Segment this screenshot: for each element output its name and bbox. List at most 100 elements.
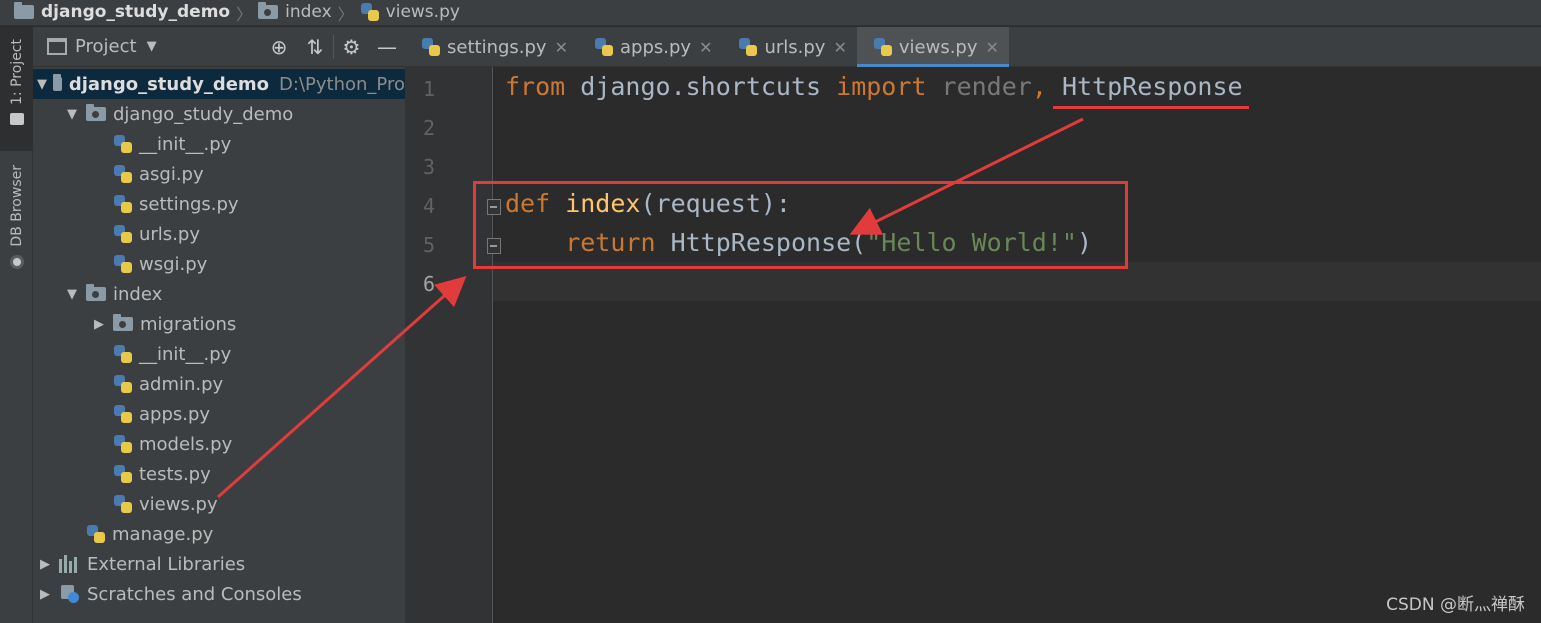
folder-icon <box>9 112 24 125</box>
code-line-1: from django.shortcuts import render, Htt… <box>505 72 1243 101</box>
project-panel-header: Project ▼ ⊕ ⇅ ⚙ — <box>33 27 405 67</box>
editor-tab[interactable]: views.py ✕ <box>856 27 1009 67</box>
tree-item-label: admin.py <box>139 373 224 395</box>
tree-item[interactable]: ▶models.py <box>33 429 405 459</box>
python-file-icon <box>113 404 133 424</box>
tree-item[interactable]: ▼ index <box>33 279 405 309</box>
tree-item-label: settings.py <box>139 193 239 215</box>
locate-file-icon[interactable]: ⊕ <box>261 35 297 59</box>
python-file-icon <box>113 224 133 244</box>
project-view-selector[interactable]: Project <box>75 36 137 57</box>
editor-tab[interactable]: settings.py ✕ <box>405 27 578 67</box>
tree-item[interactable]: ▶asgi.py <box>33 159 405 189</box>
tree-item[interactable]: ▶wsgi.py <box>33 249 405 279</box>
folder-icon <box>14 2 34 19</box>
tab-label: settings.py <box>447 36 547 58</box>
close-icon[interactable]: ✕ <box>833 38 846 57</box>
python-file-icon <box>113 194 133 214</box>
tree-item[interactable]: ▶__init__.py <box>33 339 405 369</box>
tree-item[interactable]: ▶ Scratches and Consoles <box>33 579 405 609</box>
tree-item-label: models.py <box>139 433 233 455</box>
tree-item[interactable]: ▶tests.py <box>33 459 405 489</box>
database-icon <box>9 254 24 269</box>
python-file-icon <box>113 494 133 514</box>
tree-item[interactable]: ▶admin.py <box>33 369 405 399</box>
line-number: 5 <box>422 233 435 257</box>
tree-item-label: tests.py <box>139 463 211 485</box>
expand-arrow-icon[interactable]: ▼ <box>64 287 80 302</box>
tree-item-label: apps.py <box>139 403 211 425</box>
python-file-icon <box>113 254 133 274</box>
close-icon[interactable]: ✕ <box>699 38 712 57</box>
tree-item-label: urls.py <box>139 223 200 245</box>
line-number-gutter: 1 2 3 4 5 6 <box>405 67 501 623</box>
tab-label: views.py <box>898 36 978 58</box>
tree-item[interactable]: ▶views.py <box>33 489 405 519</box>
expand-arrow-icon[interactable]: ▼ <box>37 77 47 92</box>
tree-item[interactable]: ▼ django_study_demo D:\Python_Pro <box>33 69 405 99</box>
tree-item[interactable]: ▶ External Libraries <box>33 549 405 579</box>
libraries-icon <box>59 555 81 573</box>
tree-item[interactable]: ▼ django_study_demo <box>33 99 405 129</box>
python-file-icon <box>113 434 133 454</box>
python-file-icon <box>113 164 133 184</box>
editor-tab[interactable]: urls.py ✕ <box>722 27 856 67</box>
folder-icon <box>113 314 133 331</box>
tree-item[interactable]: ▶urls.py <box>33 219 405 249</box>
tree-item-label: django_study_demo <box>113 103 294 125</box>
line-number: 1 <box>422 77 435 101</box>
collapse-arrow-icon[interactable]: ▶ <box>37 557 53 572</box>
collapse-arrow-icon[interactable]: ▶ <box>91 317 107 332</box>
folder-icon <box>86 284 106 301</box>
tool-window-strip: 1: Project DB Browser <box>0 27 33 623</box>
line-number: 3 <box>422 155 435 179</box>
project-panel: Project ▼ ⊕ ⇅ ⚙ — ▼ django_study_demo D:\P… <box>33 27 405 623</box>
tree-item-label: views.py <box>139 493 218 515</box>
scratches-icon <box>59 584 81 604</box>
tab-label: urls.py <box>764 36 826 58</box>
code-editor[interactable]: 1 2 3 4 5 6 from django.shortcuts import rend… <box>405 67 1541 623</box>
editor-tab[interactable]: apps.py ✕ <box>578 27 722 67</box>
tree-item[interactable]: ▶apps.py <box>33 399 405 429</box>
tree-item-label: __init__.py <box>139 133 232 155</box>
python-file-icon <box>113 464 133 484</box>
expand-arrow-icon[interactable]: ▼ <box>64 107 80 122</box>
tree-item-label: django_study_demo <box>68 73 270 95</box>
project-tool-button[interactable]: 1: Project <box>0 27 33 151</box>
chevron-down-icon[interactable]: ▼ <box>147 39 157 54</box>
tree-item-label: wsgi.py <box>139 253 208 275</box>
db-browser-tool-button[interactable]: DB Browser <box>0 165 33 290</box>
python-file-icon <box>421 37 441 57</box>
collapse-arrow-icon[interactable]: ▶ <box>37 587 53 602</box>
editor-tabs: settings.py ✕ apps.py ✕ urls.py ✕ views.py ✕ <box>405 27 1541 67</box>
python-file-icon <box>113 344 133 364</box>
breadcrumb-separator: 〉 <box>236 5 253 24</box>
folder-icon <box>53 74 62 91</box>
project-window-icon <box>47 38 67 55</box>
close-icon[interactable]: ✕ <box>555 38 568 57</box>
hide-panel-icon[interactable]: — <box>369 35 405 59</box>
tree-item-label: migrations <box>140 313 237 335</box>
tree-item[interactable]: ▶manage.py <box>33 519 405 549</box>
python-file-icon <box>113 134 133 154</box>
tree-item[interactable]: ▶ migrations <box>33 309 405 339</box>
tree-item-label: __init__.py <box>139 343 232 365</box>
python-file-icon <box>86 524 106 544</box>
tree-item[interactable]: ▶__init__.py <box>33 129 405 159</box>
python-file-icon <box>360 2 380 22</box>
collapse-all-icon[interactable]: ⇅ <box>297 35 333 59</box>
tab-label: apps.py <box>620 36 692 58</box>
tree-item-label: Scratches and Consoles <box>87 583 302 605</box>
breadcrumb-project[interactable]: django_study_demo <box>14 0 230 25</box>
gear-icon[interactable]: ⚙ <box>333 35 369 59</box>
breadcrumb-index[interactable]: index <box>258 0 332 25</box>
project-path: D:\Python_Pro <box>279 73 405 95</box>
package-icon <box>258 2 279 19</box>
tree-item[interactable]: ▶settings.py <box>33 189 405 219</box>
line-number: 6 <box>422 272 435 296</box>
breadcrumb-file[interactable]: views.py <box>360 0 460 25</box>
python-file-icon <box>594 37 614 57</box>
close-icon[interactable]: ✕ <box>986 38 999 57</box>
watermark: CSDN @断灬禅酥 <box>1386 595 1525 615</box>
breadcrumb: django_study_demo 〉 index 〉 views.py <box>0 0 1541 26</box>
